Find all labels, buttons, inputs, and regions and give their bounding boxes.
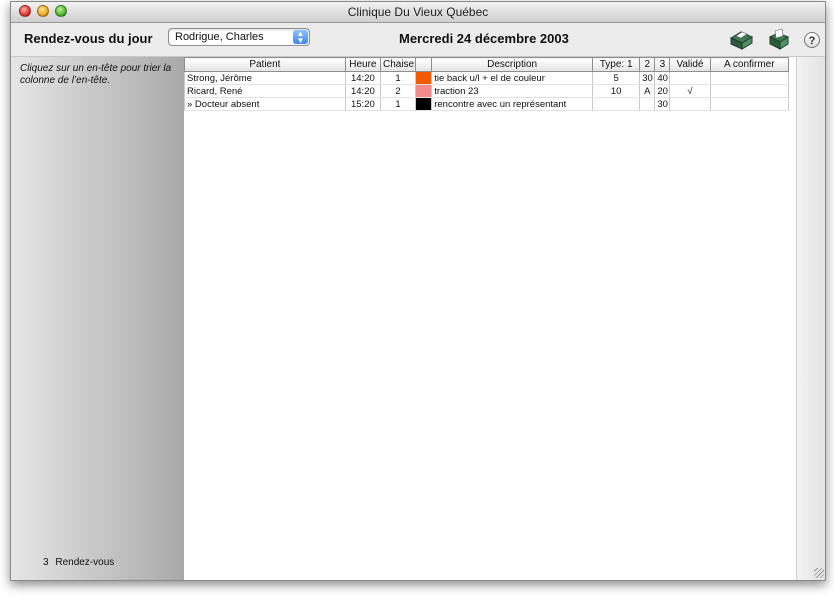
appointments-table: Patient Heure Chaise Description Type: 1… xyxy=(184,57,790,111)
appointment-count: 3 Rendez-vous xyxy=(43,557,118,568)
help-button[interactable]: ? xyxy=(804,32,820,48)
fax-icon xyxy=(768,28,790,50)
cell-heure: 14:20 xyxy=(344,84,381,98)
sort-hint: Cliquez sur un en-tête pour trier la col… xyxy=(20,63,172,86)
column-header-heure[interactable]: Heure xyxy=(344,57,381,72)
current-date: Mercredi 24 décembre 2003 xyxy=(399,31,569,46)
sidebar: Cliquez sur un en-tête pour trier la col… xyxy=(11,57,184,580)
cell-type-1: 10 xyxy=(592,84,641,98)
cell-type-3: 40 xyxy=(654,71,671,85)
cell-type-2: A xyxy=(639,84,656,98)
cell-chaise: 1 xyxy=(379,71,417,85)
column-header-patient[interactable]: Patient xyxy=(184,57,346,72)
column-header-description[interactable]: Description xyxy=(431,57,594,72)
cell-chaise: 1 xyxy=(379,97,417,111)
cell-valide xyxy=(669,97,711,111)
cell-a-confirmer xyxy=(709,84,790,98)
table-row[interactable]: Ricard, René 14:20 2 traction 23 10 A 20… xyxy=(184,84,790,98)
cell-type-2: 30 xyxy=(639,71,656,85)
cell-type-1: 5 xyxy=(592,71,641,85)
vertical-scrollbar[interactable] xyxy=(796,57,825,580)
resize-grip-icon[interactable] xyxy=(814,568,824,578)
column-header-type-3[interactable]: 3 xyxy=(654,57,671,72)
title-bar[interactable]: Clinique Du Vieux Québec xyxy=(11,2,825,23)
column-header-color[interactable] xyxy=(415,57,433,72)
cell-description: traction 23 xyxy=(431,84,594,98)
cell-chaise: 2 xyxy=(379,84,417,98)
cell-description: tie back u/l + el de couleur xyxy=(431,71,594,85)
cell-description: rencontre avec un représentant xyxy=(431,97,594,111)
select-arrows-icon: ▲ ▼ xyxy=(293,30,308,45)
table-row[interactable]: » Docteur absent 15:20 1 rencontre avec … xyxy=(184,97,790,111)
cell-valide xyxy=(669,71,711,85)
table-row[interactable]: Strong, Jérôme 14:20 1 tie back u/l + el… xyxy=(184,71,790,85)
doctor-select-value: Rodrigue, Charles xyxy=(175,31,264,43)
cell-a-confirmer xyxy=(709,71,790,85)
print-button[interactable] xyxy=(728,28,754,52)
cell-heure: 15:20 xyxy=(344,97,381,111)
doctor-select[interactable]: Rodrigue, Charles ▲ ▼ xyxy=(168,28,310,46)
cell-type-3: 30 xyxy=(654,97,671,111)
column-header-valide[interactable]: Validé xyxy=(669,57,711,72)
appointment-count-number: 3 xyxy=(43,557,49,568)
appointment-count-label: Rendez-vous xyxy=(55,557,115,568)
column-header-chaise[interactable]: Chaise xyxy=(379,57,417,72)
printer-icon xyxy=(729,31,754,50)
cell-type-3: 20 xyxy=(654,84,671,98)
page-title: Rendez-vous du jour xyxy=(24,31,153,46)
cell-patient: » Docteur absent xyxy=(184,97,346,111)
cell-heure: 14:20 xyxy=(344,71,381,85)
cell-type-1 xyxy=(592,97,641,111)
cell-valide: √ xyxy=(669,84,711,98)
cell-type-2 xyxy=(639,97,656,111)
appointments-area: Patient Heure Chaise Description Type: 1… xyxy=(184,57,796,580)
column-header-a-confirmer[interactable]: A confirmer xyxy=(709,57,790,72)
cell-a-confirmer xyxy=(709,97,790,111)
cell-patient: Ricard, René xyxy=(184,84,346,98)
toolbar: Rendez-vous du jour Rodrigue, Charles ▲ ▼… xyxy=(11,23,825,57)
app-window: Clinique Du Vieux Québec Rendez-vous du … xyxy=(10,1,826,581)
window-title: Clinique Du Vieux Québec xyxy=(347,5,489,19)
fax-button[interactable] xyxy=(766,28,792,52)
cell-patient: Strong, Jérôme xyxy=(184,71,346,85)
cell-color-swatch xyxy=(415,97,433,111)
column-header-type-1[interactable]: Type: 1 xyxy=(592,57,641,72)
cell-color-swatch xyxy=(415,71,433,85)
cell-color-swatch xyxy=(415,84,433,98)
column-header-type-2[interactable]: 2 xyxy=(639,57,656,72)
